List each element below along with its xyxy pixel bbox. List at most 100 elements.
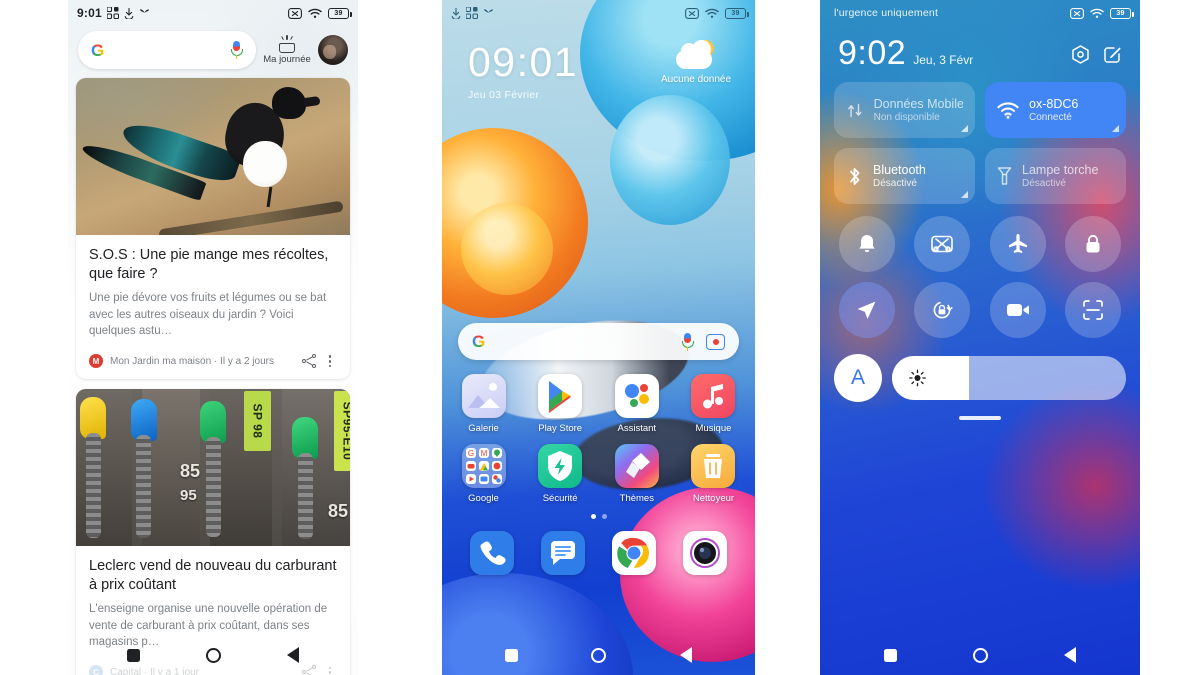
- tile-wifi[interactable]: ox-8DC6 Connecté: [985, 82, 1126, 138]
- page-indicator: [442, 514, 755, 519]
- expand-corner-icon[interactable]: [961, 191, 968, 198]
- crown-icon: [277, 34, 297, 53]
- back-button[interactable]: [287, 647, 299, 663]
- page-dot-2[interactable]: [601, 514, 607, 519]
- brightness-icon: [909, 369, 926, 387]
- wifi-icon: [705, 8, 719, 18]
- toggle-rotation-lock[interactable]: [914, 282, 971, 338]
- tile-bluetooth[interactable]: Bluetooth Désactivé: [834, 148, 975, 204]
- dnd-icon: [288, 7, 302, 19]
- status-right-group: 39: [288, 7, 352, 19]
- toggle-location[interactable]: [838, 282, 895, 338]
- chrome-icon[interactable]: [612, 531, 657, 575]
- source-name: Mon Jardin ma maison: [110, 355, 212, 367]
- app-nettoyeur[interactable]: Nettoyeur: [682, 444, 745, 504]
- quick-settings-tiles: Données Mobiles Non disponible ox-8DC6 C…: [820, 70, 1140, 204]
- toggle-screenshot[interactable]: [914, 216, 971, 272]
- home-button[interactable]: [591, 647, 607, 663]
- more-options-icon[interactable]: [323, 355, 337, 368]
- app-assistant[interactable]: Assistant: [605, 374, 668, 434]
- app-label: Google: [468, 493, 499, 504]
- app-musique[interactable]: Musique: [682, 374, 745, 434]
- flower-icon: [484, 8, 493, 18]
- screenshot-stage: 9:01 39 G Ma journée S.O.S: Une pie man…: [0, 0, 1200, 675]
- search-input[interactable]: G: [78, 31, 256, 69]
- article-image-magpie: [76, 78, 350, 235]
- toggle-lock[interactable]: [1065, 216, 1122, 272]
- tile-mobile-data[interactable]: Données Mobiles Non disponible: [834, 82, 975, 138]
- back-button[interactable]: [680, 647, 693, 663]
- app-securite[interactable]: Sécurité: [529, 444, 592, 504]
- lens-icon[interactable]: [706, 333, 725, 350]
- wifi-icon: [997, 102, 1019, 119]
- status-left-group: 9:01: [77, 6, 150, 20]
- tile-title: Lampe torche: [1022, 163, 1099, 177]
- drag-handle[interactable]: [959, 416, 1001, 420]
- article-title: S.O.S : Une pie mange mes récoltes, que …: [89, 247, 329, 283]
- google-folder-icon: G M: [461, 444, 506, 488]
- mic-icon[interactable]: [230, 40, 243, 60]
- wifi-icon: [1090, 8, 1104, 18]
- gallery-icon: [461, 374, 506, 418]
- weather-widget[interactable]: Aucune donnée: [653, 40, 739, 85]
- toggle-screen-record[interactable]: [989, 282, 1046, 338]
- app-label: Sécurité: [542, 493, 578, 504]
- scan-icon: [1083, 300, 1104, 320]
- search-input[interactable]: G: [458, 323, 739, 360]
- svg-text:M: M: [480, 449, 487, 458]
- brightness-slider[interactable]: [892, 356, 1126, 400]
- themes-icon: [614, 444, 659, 488]
- assistant-icon: [614, 374, 659, 418]
- share-icon[interactable]: [302, 354, 316, 369]
- phone-quick-settings: l'urgence uniquement 39 9:02 Jeu, 3 Févr: [820, 0, 1140, 675]
- phone-home-screen: 39 09:01 Jeu 03 Février Aucune donnée G: [442, 0, 755, 675]
- screen-record-icon: [1006, 304, 1029, 316]
- recents-button[interactable]: [884, 648, 897, 662]
- expand-corner-icon[interactable]: [1112, 125, 1119, 132]
- tile-flashlight[interactable]: Lampe torche Désactivé: [985, 148, 1126, 204]
- download-icon: [124, 7, 134, 19]
- app-galerie[interactable]: Galerie: [452, 374, 515, 434]
- tile-title: Bluetooth: [873, 163, 926, 177]
- fuel-price-1: 85: [180, 461, 201, 482]
- clock-date: Jeu, 3 Févr: [913, 53, 974, 67]
- ma-journee-button[interactable]: Ma journée: [263, 34, 311, 65]
- bell-icon: [859, 235, 875, 253]
- article-age: Il y a 2 jours: [220, 355, 274, 367]
- camera-icon[interactable]: [683, 531, 728, 575]
- app-label: Musique: [695, 423, 732, 434]
- navigation-bar-phone1: [68, 635, 358, 675]
- messages-icon[interactable]: [540, 531, 585, 575]
- app-google-folder[interactable]: G M Google: [452, 444, 515, 504]
- avatar[interactable]: [318, 35, 348, 65]
- page-dot-1[interactable]: [590, 514, 596, 519]
- toggle-airplane-mode[interactable]: [989, 216, 1046, 272]
- article-card-2[interactable]: SP 98 SP95-E10 85 95 85 Leclerc vend de …: [76, 389, 350, 675]
- tile-subtitle: Non disponible: [873, 112, 940, 123]
- status-right-group: 39: [1070, 7, 1134, 19]
- bluetooth-icon: [850, 167, 860, 185]
- edit-icon[interactable]: [1103, 45, 1122, 66]
- google-g-logo: G: [91, 40, 105, 60]
- article-card-1[interactable]: S.O.S : Une pie mange mes récoltes, que …: [76, 78, 350, 380]
- tile-subtitle: Désactivé: [873, 178, 917, 189]
- expand-corner-icon[interactable]: [961, 125, 968, 132]
- toggle-ring-mode[interactable]: [838, 216, 895, 272]
- toggle-scan[interactable]: [1065, 282, 1122, 338]
- recents-button[interactable]: [127, 648, 140, 662]
- mic-icon[interactable]: [681, 332, 694, 352]
- app-themes[interactable]: Thèmes: [605, 444, 668, 504]
- phone-icon[interactable]: [469, 531, 514, 575]
- settings-icon[interactable]: [1071, 45, 1090, 66]
- tile-text: Bluetooth Désactivé: [873, 163, 926, 189]
- back-button[interactable]: [1064, 647, 1076, 663]
- recents-button[interactable]: [504, 648, 518, 662]
- quick-settings-header: 9:02 Jeu, 3 Févr: [820, 26, 1140, 70]
- auto-brightness-button[interactable]: A: [834, 354, 882, 402]
- article-description: Une pie dévore vos fruits et légumes ou …: [89, 292, 327, 337]
- home-button[interactable]: [206, 647, 221, 663]
- app-play-store[interactable]: Play Store: [529, 374, 592, 434]
- home-button[interactable]: [973, 647, 988, 663]
- status-bar-phone1: 9:01 39: [68, 0, 358, 26]
- wifi-icon: [308, 8, 322, 18]
